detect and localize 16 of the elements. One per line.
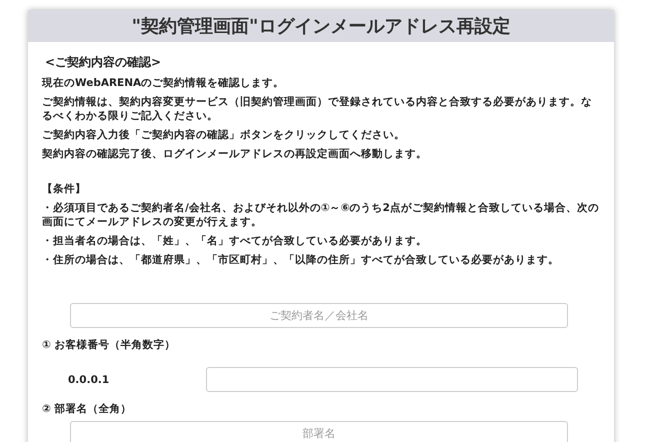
- paragraph: 契約内容の確認完了後、ログインメールアドレスの再設定画面へ移動します。: [42, 147, 428, 161]
- condition-item: ・担当者名の場合は、「姓」、「名」すべてが合致している必要があります。: [42, 234, 428, 248]
- field-label: ② 部署名（全角）: [42, 402, 133, 416]
- field-label: ① お客様番号（半角数字）: [42, 338, 177, 352]
- input-field[interactable]: [206, 367, 578, 392]
- input-field[interactable]: ご契約者名／会社名: [70, 303, 568, 328]
- condition-item: ・必須項目であるご契約者名/会社名、およびそれ以外の①～⑥のうち2点がご契約情報と合致している場合、次の画面にてメールアドレスの変更が行えます。: [42, 201, 600, 229]
- paragraph: ご契約情報は、契約内容変更サービス（旧契約管理画面）で登録されている内容と合致する必要があります。なるべくわかる限りご記入ください。: [42, 95, 593, 123]
- condition-heading: 【条件】: [42, 182, 87, 196]
- section-heading: <ご契約内容の確認>: [45, 54, 162, 70]
- customer-number-prefix: 0.0.0.1: [68, 372, 110, 386]
- page-title: "契約管理画面"ログインメールアドレス再設定: [132, 15, 510, 38]
- paragraph: ご契約内容入力後「ご契約内容の確認」ボタンをクリックしてください。: [42, 128, 406, 142]
- paragraph: 現在のWebARENAのご契約情報を確認します。: [42, 76, 286, 90]
- input-field[interactable]: 部署名: [70, 421, 568, 442]
- condition-item: ・住所の場合は、「都道府県」、「市区町村」、「以降の住所」すべてが合致している必要があります。: [42, 253, 560, 267]
